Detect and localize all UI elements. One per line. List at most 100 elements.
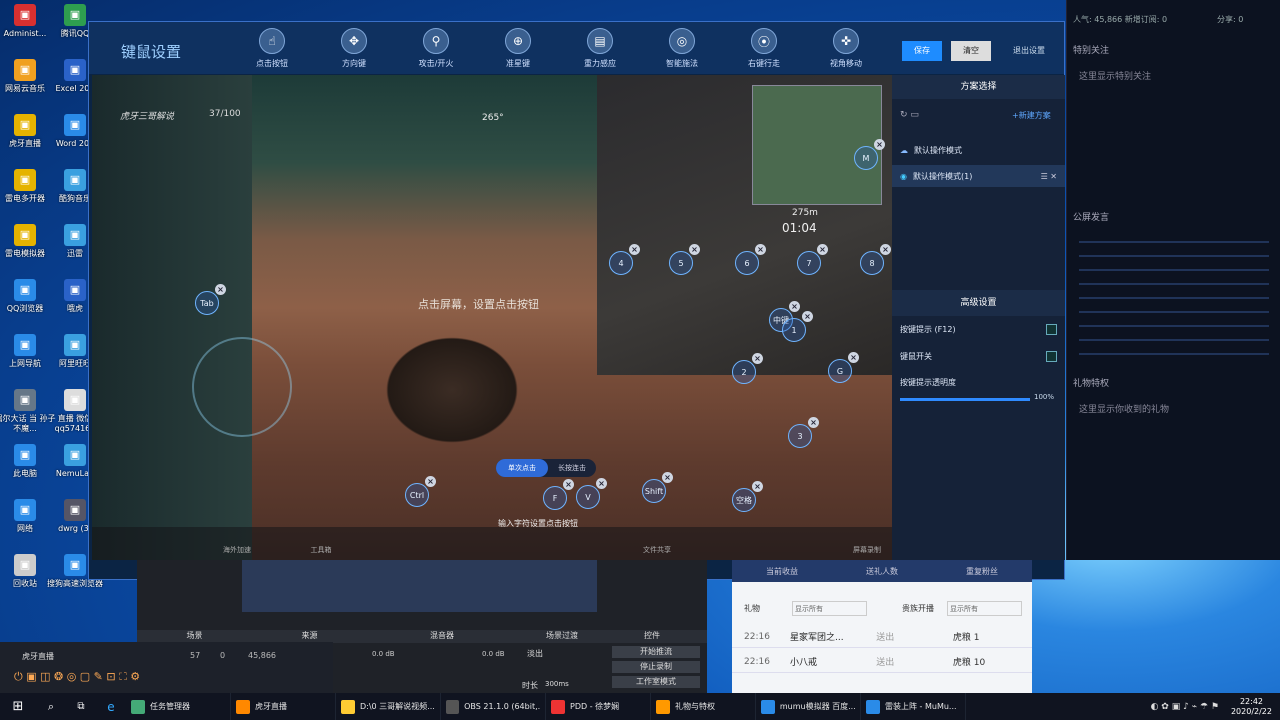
bottom-bar-item[interactable]: 工具箱 xyxy=(304,527,338,560)
remove-key-icon[interactable]: × xyxy=(662,472,673,483)
bottom-bar-item[interactable]: 文件共享 xyxy=(640,527,674,560)
taskbar-item[interactable]: 虎牙直播 xyxy=(231,693,336,720)
tool-7[interactable]: ✜ 视角移动 xyxy=(811,28,881,69)
remove-key-icon[interactable]: × xyxy=(752,353,763,364)
bottom-bar-item[interactable] xyxy=(682,527,716,560)
bottom-bar-item[interactable] xyxy=(556,527,590,560)
long-press-option[interactable]: 长按连击 xyxy=(548,459,596,477)
obs-fade[interactable]: 淡出 xyxy=(527,648,543,659)
remove-key-icon[interactable]: × xyxy=(563,479,574,490)
single-click-option[interactable]: 单次点击 xyxy=(496,459,548,477)
gift-tab[interactable]: 重复粉丝 xyxy=(966,566,998,577)
opacity-slider[interactable] xyxy=(900,398,1030,401)
remove-key-icon[interactable]: × xyxy=(755,244,766,255)
key-6[interactable]: 6 xyxy=(735,251,759,275)
studio-mode-button[interactable]: 工作室模式 xyxy=(612,676,700,688)
key-7[interactable]: 7 xyxy=(797,251,821,275)
tool-2[interactable]: ⚲ 攻击/开火 xyxy=(401,28,471,69)
mouse-lock-setting[interactable]: 键鼠开关 xyxy=(892,345,1065,367)
gift-filter-select[interactable]: 显示所有 xyxy=(792,601,867,616)
tool-5[interactable]: ◎ 智能施法 xyxy=(647,28,717,69)
key-3[interactable]: 3 xyxy=(788,424,812,448)
bottom-bar-item[interactable] xyxy=(598,527,632,560)
tool-3[interactable]: ⊕ 准星键 xyxy=(483,28,553,69)
taskview-icon[interactable]: ⧉ xyxy=(66,701,96,712)
bottom-bar-item[interactable] xyxy=(808,527,842,560)
key-空格[interactable]: 空格 xyxy=(732,488,756,512)
obs-duration-value[interactable]: 300ms xyxy=(545,680,569,688)
bottom-bar-item[interactable]: 海外加速 xyxy=(220,527,254,560)
bottom-bar-item[interactable] xyxy=(262,527,296,560)
bottom-bar-item[interactable] xyxy=(388,527,422,560)
mouse-lock-checkbox[interactable] xyxy=(1046,350,1057,362)
new-scheme-link[interactable]: +新建方案 xyxy=(1012,110,1051,121)
clock[interactable]: 22:42 2020/2/22 xyxy=(1231,697,1272,717)
key-1[interactable]: 1 xyxy=(782,318,806,342)
gift-tab[interactable]: 当前收益 xyxy=(766,566,798,577)
tool-6[interactable]: ⦿ 右键行走 xyxy=(729,28,799,69)
key-M[interactable]: M xyxy=(854,146,878,170)
bottom-bar-item[interactable] xyxy=(514,527,548,560)
remove-key-icon[interactable]: × xyxy=(425,476,436,487)
key-hint-setting[interactable]: 按键提示 (F12) xyxy=(892,318,1065,340)
taskbar-item[interactable]: PDD - 徐梦娴 xyxy=(546,693,651,720)
key-F[interactable]: F xyxy=(543,486,567,510)
scheme-active[interactable]: ◉ 默认操作模式(1) ☰ ✕ xyxy=(892,165,1065,187)
remove-key-icon[interactable]: × xyxy=(848,352,859,363)
start-stream-button[interactable]: 开始推流 xyxy=(612,646,700,658)
bottom-bar-item[interactable] xyxy=(346,527,380,560)
key-8[interactable]: 8 xyxy=(860,251,884,275)
huya-mini-bar: 虎牙直播 57 0 45,866 ⏻ ▣ ◫ ❂ ◎ ▢ ✎ ⊡ ⛶ ⚙ xyxy=(0,642,333,693)
edge-icon[interactable]: e xyxy=(96,700,126,714)
game-view[interactable]: 265° 虎牙三哥解说 37/100 275m 01:04 点击屏幕，设置点击按… xyxy=(92,75,892,560)
stop-record-button[interactable]: 停止录制 xyxy=(612,661,700,673)
taskbar-item[interactable]: D:\0 三哥解说视频... xyxy=(336,693,441,720)
key-Ctrl[interactable]: Ctrl xyxy=(405,483,429,507)
search-icon[interactable]: ⌕ xyxy=(36,700,66,714)
gift-tab[interactable]: 送礼人数 xyxy=(866,566,898,577)
scheme-tools-icon[interactable]: ↻ ▭ xyxy=(900,110,919,120)
key-hint-checkbox[interactable] xyxy=(1046,323,1057,335)
taskbar-item[interactable]: 任务管理器 xyxy=(126,693,231,720)
bottom-bar-item[interactable] xyxy=(724,527,758,560)
remove-key-icon[interactable]: × xyxy=(752,481,763,492)
click-mode-toggle[interactable]: 单次点击 长按连击 xyxy=(496,459,596,477)
exit-button[interactable]: 退出设置 xyxy=(1013,45,1045,56)
key-5[interactable]: 5 xyxy=(669,251,693,275)
taskbar-item[interactable]: 礼物与特权 xyxy=(651,693,756,720)
remove-key-icon[interactable]: × xyxy=(689,244,700,255)
remove-key-icon[interactable]: × xyxy=(789,301,800,312)
start-icon[interactable]: ⊞ xyxy=(0,693,36,720)
remove-key-icon[interactable]: × xyxy=(596,478,607,489)
key-Tab[interactable]: Tab xyxy=(195,291,219,315)
remove-key-icon[interactable]: × xyxy=(808,417,819,428)
remove-key-icon[interactable]: × xyxy=(817,244,828,255)
remove-key-icon[interactable]: × xyxy=(802,311,813,322)
bottom-bar-item[interactable] xyxy=(472,527,506,560)
key-V[interactable]: V xyxy=(576,485,600,509)
remove-key-icon[interactable]: × xyxy=(874,139,885,150)
scheme-default[interactable]: ☁ 默认操作模式 xyxy=(892,139,1065,161)
key-2[interactable]: 2 xyxy=(732,360,756,384)
tool-0[interactable]: ☝ 点击按钮 xyxy=(237,28,307,69)
noble-filter-select[interactable]: 显示所有 xyxy=(947,601,1022,616)
remove-key-icon[interactable]: × xyxy=(215,284,226,295)
tool-1[interactable]: ✥ 方向键 xyxy=(319,28,389,69)
key-G[interactable]: G xyxy=(828,359,852,383)
key-Shift[interactable]: Shift xyxy=(642,479,666,503)
taskbar-item[interactable]: 雷装上阵 - MuMu... xyxy=(861,693,966,720)
tray-icons[interactable]: ◐ ✿ ▣ ♪ ⌁ ☂ ⚑ xyxy=(1151,702,1219,712)
list-icon[interactable]: ☰ ✕ xyxy=(1041,172,1057,181)
taskbar-item[interactable]: OBS 21.1.0 (64bit,... xyxy=(441,693,546,720)
bottom-bar-item[interactable] xyxy=(430,527,464,560)
bottom-bar-item[interactable] xyxy=(766,527,800,560)
huya-tools[interactable]: ⏻ ▣ ◫ ❂ ◎ ▢ ✎ ⊡ ⛶ ⚙ xyxy=(14,670,140,684)
taskbar-item[interactable]: mumu模拟器 百度... xyxy=(756,693,861,720)
save-button[interactable]: 保存 xyxy=(902,41,942,61)
clear-button[interactable]: 清空 xyxy=(951,41,991,61)
bottom-bar-item[interactable]: 屏幕录制 xyxy=(850,527,884,560)
remove-key-icon[interactable]: × xyxy=(629,244,640,255)
remove-key-icon[interactable]: × xyxy=(880,244,891,255)
key-4[interactable]: 4 xyxy=(609,251,633,275)
tool-4[interactable]: ▤ 重力感应 xyxy=(565,28,635,69)
